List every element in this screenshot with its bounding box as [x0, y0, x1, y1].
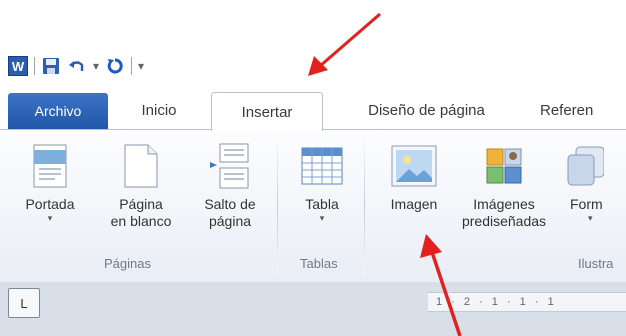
- picture-icon: [391, 140, 437, 192]
- salto-de-pagina-button[interactable]: Salto de página: [190, 140, 270, 230]
- tab-archivo[interactable]: Archivo: [8, 93, 108, 129]
- undo-icon[interactable]: [67, 56, 87, 76]
- pagina-en-blanco-button[interactable]: Página en blanco: [98, 140, 184, 230]
- ruler-area: L 1 · 2 · 1 · 1 · 1: [0, 282, 626, 336]
- group-separator: [277, 138, 278, 276]
- group-separator: [364, 138, 365, 276]
- table-icon: [301, 140, 343, 192]
- tab-insertar[interactable]: Insertar: [211, 92, 323, 131]
- cover-page-icon: [33, 140, 67, 192]
- imagenes-label: Imágenes: [473, 196, 535, 212]
- page-break-icon: [208, 140, 252, 192]
- group-label-ilustraciones: Ilustra: [578, 256, 614, 271]
- en-blanco-label: en blanco: [110, 213, 172, 229]
- toolbar-separator: [131, 57, 133, 75]
- pagina-label-2: página: [208, 213, 252, 229]
- dropdown-arrow-icon: ▾: [319, 213, 325, 223]
- quick-access-toolbar: W ▾ ▾: [8, 53, 144, 79]
- salto-de-label: Salto de: [204, 196, 256, 212]
- redo-icon[interactable]: [105, 56, 125, 76]
- group-label-paginas: Páginas: [104, 256, 151, 271]
- dropdown-arrow-icon: ▾: [588, 213, 593, 223]
- clip-art-icon: [486, 140, 522, 192]
- dropdown-arrow-icon: ▾: [47, 213, 53, 223]
- predisenadas-label: prediseñadas: [461, 213, 547, 229]
- portada-button[interactable]: Portada ▾: [14, 140, 86, 223]
- group-label-tablas: Tablas: [300, 256, 338, 271]
- tab-referencias[interactable]: Referen: [540, 92, 626, 128]
- formas-button[interactable]: Form ▾: [564, 140, 626, 223]
- blank-page-icon: [124, 140, 158, 192]
- customize-toolbar-icon[interactable]: ▾: [138, 59, 144, 73]
- annotation-arrow-icon: [420, 234, 462, 336]
- imagen-button[interactable]: Imagen: [376, 140, 452, 213]
- pagina-label: Página: [119, 196, 163, 212]
- save-icon[interactable]: [41, 56, 61, 76]
- shapes-icon: [564, 140, 604, 192]
- imagenes-predisenadas-button[interactable]: Imágenes prediseñadas: [452, 140, 556, 230]
- tab-selector-button[interactable]: L: [8, 288, 40, 318]
- annotation-arrow-icon: [308, 12, 381, 76]
- tabla-button[interactable]: Tabla ▾: [290, 140, 354, 223]
- ribbon-tabs: Archivo Inicio Insertar Diseño de página…: [0, 92, 626, 131]
- formas-label: Form: [570, 196, 603, 212]
- tab-inicio[interactable]: Inicio: [120, 92, 198, 128]
- toolbar-separator: [34, 57, 35, 75]
- word-app-icon[interactable]: W: [8, 56, 28, 76]
- undo-dropdown-icon[interactable]: ▾: [93, 59, 99, 73]
- ribbon-panel: Portada ▾ Página en blanco Salto de pági…: [0, 129, 626, 283]
- portada-label: Portada: [25, 196, 75, 212]
- tabla-label: Tabla: [305, 196, 339, 212]
- imagen-label: Imagen: [390, 196, 438, 212]
- tab-diseno-de-pagina[interactable]: Diseño de página: [334, 92, 519, 128]
